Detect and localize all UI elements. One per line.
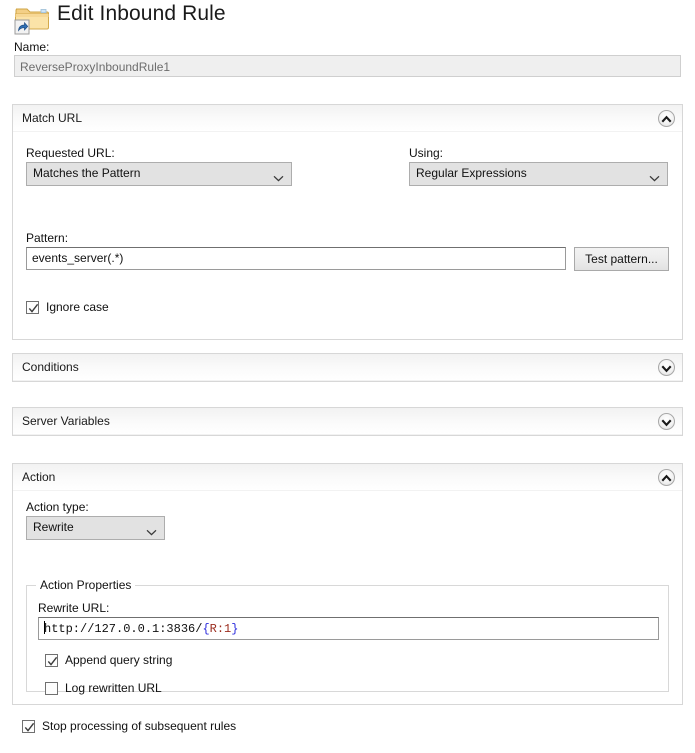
section-header-conditions[interactable]: Conditions xyxy=(13,354,682,381)
section-title-server-variables: Server Variables xyxy=(22,414,110,428)
requested-url-value: Matches the Pattern xyxy=(33,166,141,180)
pattern-label: Pattern: xyxy=(26,231,69,245)
section-header-server-variables[interactable]: Server Variables xyxy=(13,408,682,435)
action-type-select[interactable]: Rewrite xyxy=(26,516,165,540)
action-properties-legend: Action Properties xyxy=(36,578,136,592)
chevron-up-icon[interactable] xyxy=(658,110,675,127)
using-select[interactable]: Regular Expressions xyxy=(409,162,668,186)
section-body-action: Action type: Rewrite Action Properties R… xyxy=(13,491,682,704)
section-header-action[interactable]: Action xyxy=(13,464,682,491)
chevron-up-icon[interactable] xyxy=(658,469,675,486)
requested-url-select[interactable]: Matches the Pattern xyxy=(26,162,292,186)
pattern-input[interactable]: events_server(.*) xyxy=(26,247,566,270)
requested-url-label: Requested URL: xyxy=(26,146,115,160)
stop-processing-label: Stop processing of subsequent rules xyxy=(42,719,237,733)
section-title-action: Action xyxy=(22,470,56,484)
rewrite-url-back-reference: R:1 xyxy=(209,622,232,636)
using-label: Using: xyxy=(409,146,444,160)
rewrite-url-brace-open: { xyxy=(202,622,210,636)
ignore-case-checkbox[interactable] xyxy=(26,301,39,314)
name-label: Name: xyxy=(14,40,50,54)
rewrite-url-label: Rewrite URL: xyxy=(38,601,110,615)
section-server-variables: Server Variables xyxy=(12,407,683,436)
action-type-label: Action type: xyxy=(26,500,89,514)
rewrite-url-input[interactable]: http://127.0.0.1:3836/{R:1} xyxy=(38,617,659,640)
using-value: Regular Expressions xyxy=(416,166,527,180)
chevron-down-icon[interactable] xyxy=(658,359,675,376)
page-title: Edit Inbound Rule xyxy=(57,2,226,25)
folder-shortcut-icon xyxy=(14,3,50,35)
edit-inbound-rule-page: Edit Inbound Rule Name: ReverseProxyInbo… xyxy=(0,0,695,753)
ignore-case-label: Ignore case xyxy=(46,300,109,314)
section-header-match-url[interactable]: Match URL xyxy=(13,105,682,132)
chevron-down-icon xyxy=(146,525,157,539)
chevron-down-icon xyxy=(273,171,284,185)
name-input[interactable]: ReverseProxyInboundRule1 xyxy=(14,55,681,77)
append-query-string-checkbox[interactable] xyxy=(45,654,58,667)
rewrite-url-value-plain: http://127.0.0.1:3836/ xyxy=(44,622,203,636)
action-properties-group: Action Properties Rewrite URL: http://12… xyxy=(26,578,669,695)
test-pattern-button[interactable]: Test pattern... xyxy=(574,247,669,271)
page-header: Edit Inbound Rule xyxy=(0,0,695,38)
action-type-value: Rewrite xyxy=(33,520,74,534)
append-query-string-label: Append query string xyxy=(65,653,173,667)
stop-processing-checkbox[interactable] xyxy=(22,720,35,733)
section-body-match-url: Requested URL: Matches the Pattern Using… xyxy=(13,132,682,339)
log-rewritten-url-label: Log rewritten URL xyxy=(65,681,162,695)
section-action: Action Action type: Rewrite Action Prope… xyxy=(12,463,683,705)
section-match-url: Match URL Requested URL: Matches the Pat… xyxy=(12,104,683,340)
log-rewritten-url-checkbox[interactable] xyxy=(45,682,58,695)
section-title-conditions: Conditions xyxy=(22,360,79,374)
section-title-match-url: Match URL xyxy=(22,111,83,125)
chevron-down-icon[interactable] xyxy=(658,413,675,430)
rewrite-url-brace-close: } xyxy=(231,622,239,636)
chevron-down-icon xyxy=(649,171,660,185)
section-conditions: Conditions xyxy=(12,353,683,382)
